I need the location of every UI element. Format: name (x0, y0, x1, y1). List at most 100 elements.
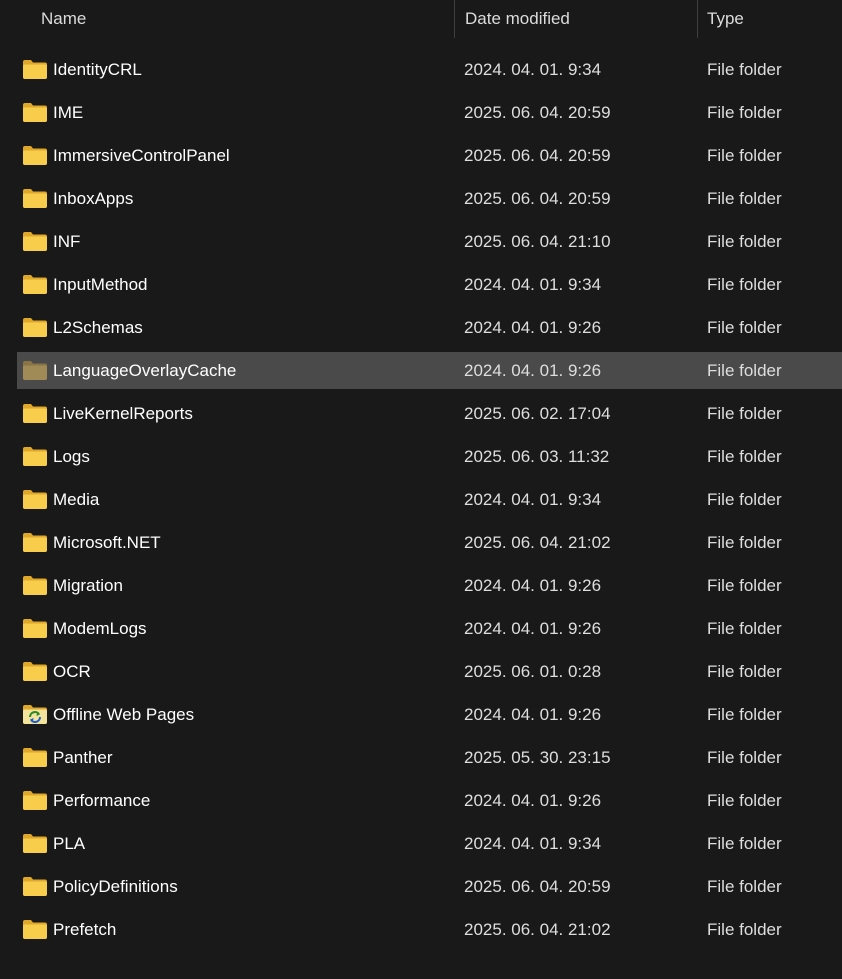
file-row[interactable]: IME 2025. 06. 04. 20:59 File folder (17, 94, 842, 131)
file-row[interactable]: PolicyDefinitions 2025. 06. 04. 20:59 File… (17, 868, 842, 905)
folder-icon (23, 275, 47, 294)
file-name: ImmersiveControlPanel (53, 146, 230, 165)
file-name: Migration (53, 576, 123, 595)
folder-icon (23, 748, 47, 767)
file-name: Offline Web Pages (53, 705, 195, 724)
file-name: Panther (53, 748, 113, 767)
folder-icon (23, 361, 47, 380)
file-type: File folder (707, 146, 782, 165)
file-row[interactable]: INF 2025. 06. 04. 21:10 File folder (17, 223, 842, 260)
folder-icon (23, 146, 47, 165)
column-header-name[interactable]: Name (41, 0, 86, 38)
file-type: File folder (707, 533, 782, 552)
column-divider[interactable] (697, 0, 698, 38)
folder-icon (23, 490, 47, 509)
file-type: File folder (707, 318, 782, 337)
file-type: File folder (707, 103, 782, 122)
file-row[interactable]: Panther 2025. 05. 30. 23:15 File folder (17, 739, 842, 776)
file-name: Performance (53, 791, 151, 810)
file-type: File folder (707, 748, 782, 767)
file-name: IdentityCRL (53, 60, 142, 79)
file-row[interactable]: IdentityCRL 2024. 04. 01. 9:34 File folder (17, 51, 842, 88)
file-name: Microsoft.NET (53, 533, 161, 552)
file-type: File folder (707, 834, 782, 853)
file-date-modified: 2025. 06. 04. 21:02 (464, 920, 611, 939)
folder-icon (23, 189, 47, 208)
file-row[interactable]: Migration 2024. 04. 01. 9:26 File folder (17, 567, 842, 604)
file-type: File folder (707, 877, 782, 896)
file-date-modified: 2024. 04. 01. 9:34 (464, 490, 602, 509)
file-date-modified: 2025. 05. 30. 23:15 (464, 748, 611, 767)
file-row[interactable]: OCR 2025. 06. 01. 0:28 File folder (17, 653, 842, 690)
file-name: Media (53, 490, 100, 509)
file-row[interactable]: InboxApps 2025. 06. 04. 20:59 File folder (17, 180, 842, 217)
column-header-type[interactable]: Type (707, 0, 744, 38)
file-type: File folder (707, 232, 782, 251)
file-date-modified: 2025. 06. 04. 21:02 (464, 533, 611, 552)
folder-icon (23, 103, 47, 122)
file-date-modified: 2025. 06. 04. 21:10 (464, 232, 611, 251)
folder-icon (23, 447, 47, 466)
file-type: File folder (707, 791, 782, 810)
file-date-modified: 2024. 04. 01. 9:34 (464, 834, 602, 853)
file-name: OCR (53, 662, 91, 681)
file-type: File folder (707, 447, 782, 466)
sort-ascending-icon (236, 0, 250, 4)
file-type: File folder (707, 60, 782, 79)
file-type: File folder (707, 404, 782, 423)
file-date-modified: 2024. 04. 01. 9:26 (464, 705, 602, 724)
folder-icon (23, 877, 47, 896)
file-row[interactable]: Media 2024. 04. 01. 9:34 File folder (17, 481, 842, 518)
file-date-modified: 2025. 06. 04. 20:59 (464, 103, 611, 122)
file-name: InputMethod (53, 275, 148, 294)
file-date-modified: 2025. 06. 04. 20:59 (464, 877, 611, 896)
file-date-modified: 2024. 04. 01. 9:26 (464, 318, 602, 337)
folder-icon (23, 60, 47, 79)
file-type: File folder (707, 576, 782, 595)
file-date-modified: 2024. 04. 01. 9:34 (464, 275, 602, 294)
column-header-date-modified[interactable]: Date modified (465, 0, 570, 38)
file-date-modified: 2025. 06. 04. 20:59 (464, 189, 611, 208)
file-type: File folder (707, 920, 782, 939)
file-type: File folder (707, 619, 782, 638)
file-name: ModemLogs (53, 619, 147, 638)
file-type: File folder (707, 189, 782, 208)
file-date-modified: 2025. 06. 03. 11:32 (464, 447, 610, 466)
folder-icon (23, 834, 47, 853)
column-header-bar: Name Date modified Type (0, 0, 842, 38)
sync-folder-icon (23, 705, 47, 724)
folder-icon (23, 791, 47, 810)
file-date-modified: 2025. 06. 02. 17:04 (464, 404, 611, 423)
folder-icon (23, 533, 47, 552)
file-name: PolicyDefinitions (53, 877, 178, 896)
file-type: File folder (707, 662, 782, 681)
file-row[interactable]: ImmersiveControlPanel 2025. 06. 04. 20:59… (17, 137, 842, 174)
file-name: LiveKernelReports (53, 404, 193, 423)
column-divider[interactable] (454, 0, 455, 38)
file-row[interactable]: Performance 2024. 04. 01. 9:26 File folder (17, 782, 842, 819)
file-name: InboxApps (53, 189, 134, 208)
file-date-modified: 2025. 06. 01. 0:28 (464, 662, 602, 681)
file-row[interactable]: L2Schemas 2024. 04. 01. 9:26 File folder (17, 309, 842, 346)
file-row[interactable]: LanguageOverlayCache 2024. 04. 01. 9:26 Fi… (17, 352, 842, 389)
folder-icon (23, 662, 47, 681)
file-date-modified: 2025. 06. 04. 20:59 (464, 146, 611, 165)
file-row[interactable]: LiveKernelReports 2025. 06. 02. 17:04 File… (17, 395, 842, 432)
file-row[interactable]: ModemLogs 2024. 04. 01. 9:26 File folder (17, 610, 842, 647)
file-row[interactable]: Microsoft.NET 2025. 06. 04. 21:02 File fol… (17, 524, 842, 561)
file-row[interactable]: InputMethod 2024. 04. 01. 9:34 File folder (17, 266, 842, 303)
file-name: Logs (53, 447, 90, 466)
folder-icon (23, 576, 47, 595)
file-row[interactable]: Logs 2025. 06. 03. 11:32 File folder (17, 438, 842, 475)
folder-icon (23, 920, 47, 939)
file-type: File folder (707, 361, 782, 380)
file-row[interactable]: Prefetch 2025. 06. 04. 21:02 File folder (17, 911, 842, 948)
file-date-modified: 2024. 04. 01. 9:34 (464, 60, 602, 79)
file-row[interactable]: Offline Web Pages 2024. 04. 01. 9:26 File … (17, 696, 842, 733)
folder-icon (23, 404, 47, 423)
file-row[interactable]: PLA 2024. 04. 01. 9:34 File folder (17, 825, 842, 862)
file-date-modified: 2024. 04. 01. 9:26 (464, 791, 602, 810)
file-name: INF (53, 232, 81, 251)
file-type: File folder (707, 705, 782, 724)
file-name: L2Schemas (53, 318, 143, 337)
